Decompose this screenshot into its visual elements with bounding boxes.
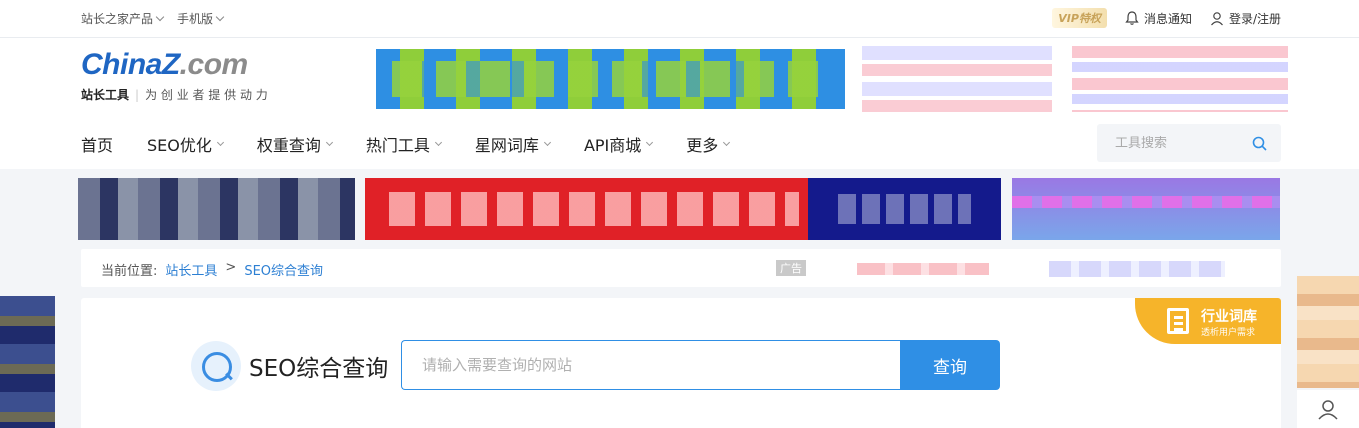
user-icon [1210, 11, 1223, 25]
seo-query-panel: SEO综合查询 查询 行业词库 透析用户需求 [81, 298, 1281, 428]
mobile-menu[interactable]: 手机版 [177, 10, 225, 27]
chevron-down-icon [434, 138, 442, 146]
seo-chart-icon [191, 341, 241, 391]
page-title: SEO综合查询 [249, 356, 389, 382]
right-floating-ad[interactable] [1297, 276, 1359, 388]
slogan-divider: | [135, 88, 140, 102]
chevron-down-icon [325, 138, 333, 146]
slogan-bold: 站长工具 [81, 88, 130, 102]
chevron-down-icon [543, 138, 551, 146]
breadcrumb-link-tools[interactable]: 站长工具 [165, 260, 217, 279]
banner-ad-1[interactable] [78, 178, 355, 240]
breadcrumb-link-current[interactable]: SEO综合查询 [244, 260, 323, 279]
nav-label: 热门工具 [365, 136, 430, 155]
products-menu-label: 站长之家产品 [81, 12, 154, 26]
top-right-links: VIP特权 消息通知 登录/注册 [1052, 8, 1281, 28]
banner-ad-2[interactable] [365, 178, 823, 240]
nav-item-weight[interactable]: 权重查询 [256, 132, 333, 156]
document-icon [1167, 308, 1189, 334]
nav-label: 更多 [686, 136, 719, 155]
top-left-links: 站长之家产品 手机版 [81, 10, 225, 27]
nav-label: SEO优化 [147, 136, 212, 155]
nav-item-seo[interactable]: SEO优化 [147, 132, 224, 156]
logo-slogan: 站长工具 | 为 创 业 者 提 供 动 力 [81, 86, 268, 103]
header-ad-banner-1[interactable] [376, 49, 845, 109]
breadcrumb-prefix: 当前位置: [101, 264, 158, 279]
bell-icon [1125, 10, 1139, 25]
nav-item-hot-tools[interactable]: 热门工具 [365, 132, 442, 156]
logo-brand-suffix: .com [179, 48, 249, 81]
tool-search-box [1097, 124, 1281, 162]
ad-tag: 广告 [776, 260, 806, 276]
nav-label: 首页 [81, 136, 114, 155]
products-menu[interactable]: 站长之家产品 [81, 10, 165, 27]
chevron-down-icon [215, 12, 225, 21]
left-floating-ad[interactable] [0, 296, 55, 428]
breadcrumb-bar: 当前位置: 站长工具 > SEO综合查询 广告 [81, 249, 1281, 287]
vip-badge[interactable]: VIP特权 [1052, 8, 1107, 28]
chevron-down-icon [216, 138, 224, 146]
login-link[interactable]: 登录/注册 [1210, 10, 1281, 27]
breadcrumb: 当前位置: 站长工具 > SEO综合查询 [101, 260, 323, 279]
badge-title: 行业词库 [1201, 309, 1257, 325]
main-nav: 首页 SEO优化 权重查询 热门工具 星网词库 API商城 更多 [81, 132, 763, 156]
tool-search-input[interactable] [1115, 135, 1235, 151]
chevron-down-icon [646, 138, 654, 146]
logo-brand-main: ChinaZ [81, 48, 180, 81]
nav-label: 权重查询 [256, 136, 321, 155]
nav-label: 星网词库 [474, 136, 539, 155]
banner-ad-3[interactable] [808, 178, 1001, 240]
nav-item-api[interactable]: API商城 [583, 132, 654, 156]
site-query-input[interactable] [401, 340, 901, 390]
banner-ad-4[interactable] [1012, 178, 1280, 240]
top-utility-bar: 站长之家产品 手机版 VIP特权 消息通知 登录/注册 [0, 0, 1359, 38]
header-ad-banner-3[interactable] [1072, 46, 1288, 112]
nav-label: API商城 [583, 136, 642, 155]
user-icon [1318, 400, 1338, 420]
text-ad-2[interactable] [1049, 261, 1225, 277]
chevron-down-icon [155, 12, 165, 21]
notifications-link[interactable]: 消息通知 [1125, 10, 1192, 27]
badge-subtitle: 透析用户需求 [1201, 328, 1256, 338]
query-button[interactable]: 查询 [900, 340, 1000, 390]
site-header: ChinaZ.com 站长工具 | 为 创 业 者 提 供 动 力 首页 SEO优化… [0, 38, 1359, 169]
nav-item-home[interactable]: 首页 [81, 132, 113, 156]
nav-item-more[interactable]: 更多 [686, 132, 731, 156]
nav-item-keywords[interactable]: 星网词库 [474, 132, 551, 156]
search-icon[interactable] [1252, 136, 1267, 151]
notifications-label: 消息通知 [1143, 11, 1192, 26]
industry-keywords-badge[interactable]: 行业词库 透析用户需求 [1135, 298, 1281, 344]
chevron-down-icon [723, 138, 731, 146]
floating-user-button[interactable] [1297, 390, 1359, 428]
breadcrumb-separator: > [225, 260, 237, 275]
slogan-text: 为 创 业 者 提 供 动 力 [145, 88, 268, 102]
logo-brand: ChinaZ.com [81, 48, 268, 82]
header-ad-banner-2[interactable] [862, 46, 1052, 112]
mobile-menu-label: 手机版 [177, 12, 214, 26]
login-label: 登录/注册 [1228, 11, 1281, 26]
text-ad-1[interactable] [857, 263, 989, 275]
site-logo[interactable]: ChinaZ.com 站长工具 | 为 创 业 者 提 供 动 力 [81, 48, 268, 103]
